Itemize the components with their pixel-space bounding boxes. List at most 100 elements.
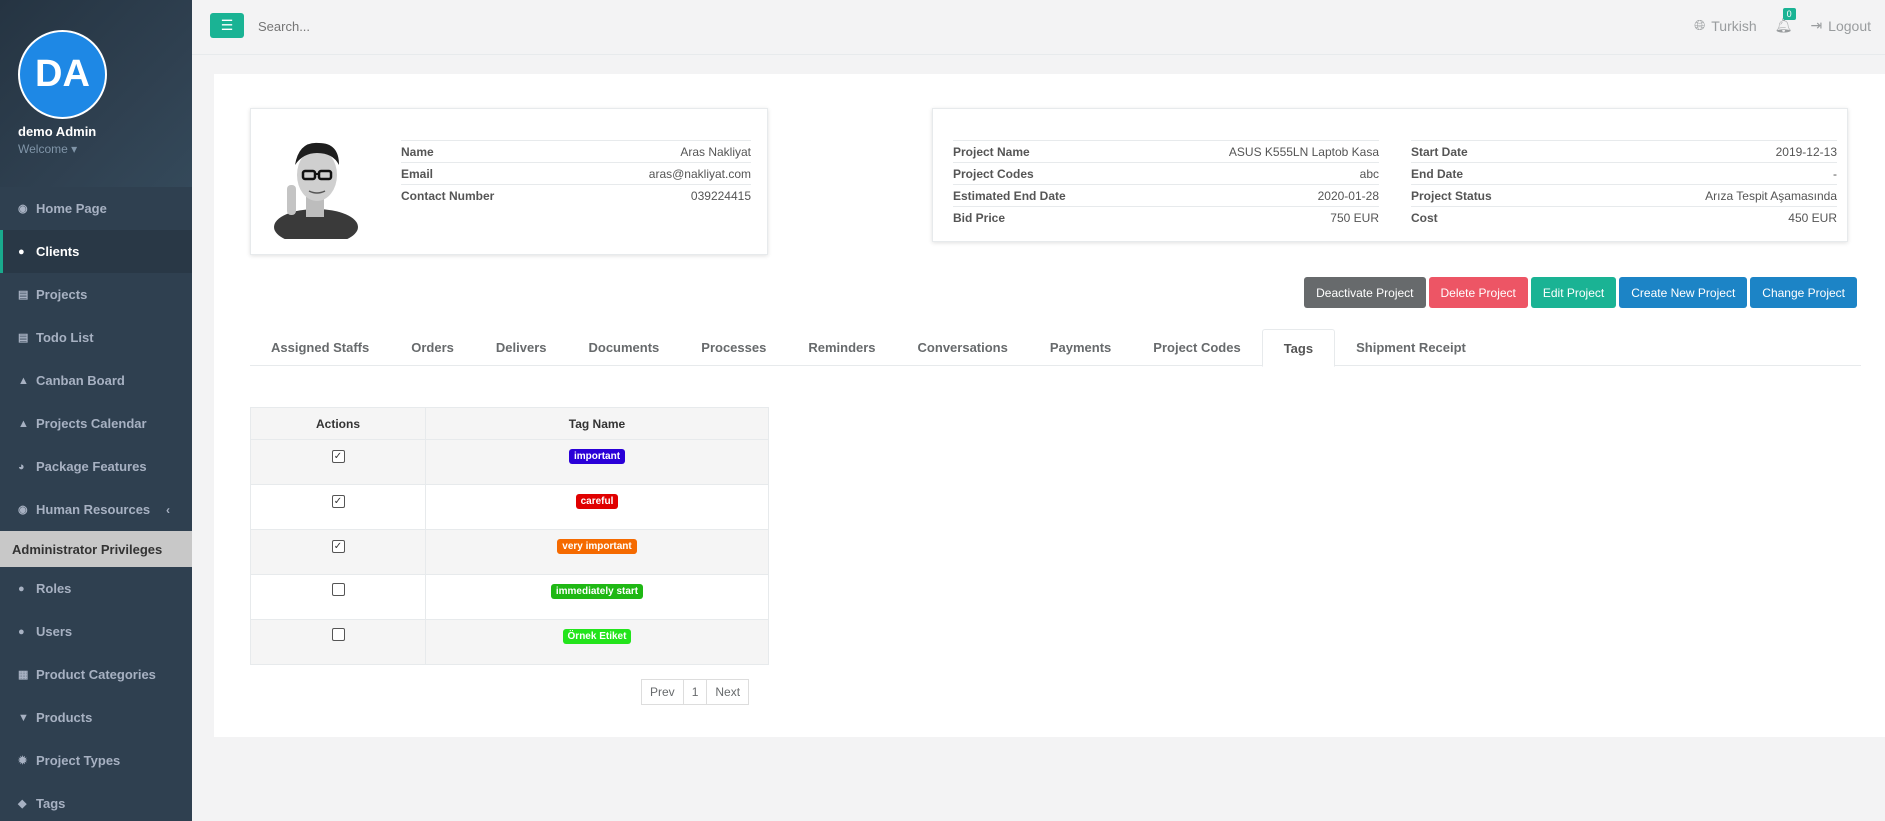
tag-checkbox[interactable]: ✓ xyxy=(331,450,345,463)
sidebar-item-canban-board[interactable]: ▲ Canban Board xyxy=(0,359,192,402)
client-name-label: Name xyxy=(401,140,569,163)
sidebar-item-products[interactable]: ▼ Products xyxy=(0,696,192,739)
delete-project-button[interactable]: Delete Project xyxy=(1428,277,1528,308)
tag-checkbox[interactable] xyxy=(331,583,345,596)
pagination-page[interactable]: 1 xyxy=(682,679,708,705)
profile-name[interactable]: demo Admin xyxy=(18,124,96,139)
sidebar-item-projects[interactable]: ▤ Projects xyxy=(0,273,192,316)
tab-documents[interactable]: Documents xyxy=(567,329,680,366)
deactivate-project-button[interactable]: Deactivate Project xyxy=(1304,277,1426,308)
pie-chart-icon: ◕ xyxy=(18,460,25,473)
client-email-row: Email aras@nakliyat.com xyxy=(401,162,751,185)
tags-icon: ◆ xyxy=(18,798,27,810)
cart-icon: ▼ xyxy=(18,711,29,724)
cost-value: 450 EUR xyxy=(1572,206,1837,229)
sidebar-item-label: Projects xyxy=(36,287,88,302)
tab-tags[interactable]: Tags xyxy=(1261,329,1336,367)
pagination: Prev 1 Next xyxy=(641,679,750,705)
column-header-actions: Actions xyxy=(250,407,426,440)
sidebar-item-project-types[interactable]: ✹ Project Types xyxy=(0,739,192,782)
tag-label: careful xyxy=(575,494,619,509)
create-new-project-button[interactable]: Create New Project xyxy=(1619,277,1748,308)
client-contact-label: Contact Number xyxy=(401,184,569,207)
cost-label: Cost xyxy=(1411,206,1573,229)
users-icon: ● xyxy=(18,625,25,638)
menu-toggle-button[interactable]: ☰ xyxy=(210,13,244,38)
search-input[interactable] xyxy=(258,16,478,36)
end-date-row: End Date - xyxy=(1411,162,1837,185)
tag-checkbox[interactable]: ✓ xyxy=(331,495,345,508)
sidebar-item-package-features[interactable]: ◕ Package Features xyxy=(0,445,192,488)
sidebar-item-users[interactable]: ● Users xyxy=(0,610,192,653)
notifications-button[interactable]: 🔔︎ 0 xyxy=(1775,8,1796,34)
bid-price-value: 750 EUR xyxy=(1135,206,1379,229)
actions-cell: ✓ xyxy=(250,529,426,575)
tab-project-codes[interactable]: Project Codes xyxy=(1132,329,1261,366)
client-contact-row: Contact Number 039224415 xyxy=(401,184,751,207)
sidebar: DA demo Admin Welcome ▾ ◉ Home Page ● Clie… xyxy=(0,0,192,821)
project-actions: Deactivate Project Delete Project Edit P… xyxy=(1304,277,1857,308)
tag-name-cell: important xyxy=(425,439,769,485)
sidebar-item-label: Clients xyxy=(36,244,80,259)
road-icon: ▲ xyxy=(18,417,29,430)
start-date-label: Start Date xyxy=(1411,140,1573,163)
language-switcher[interactable]: 🌐︎ Turkish xyxy=(1694,17,1757,34)
book-icon: ▤ xyxy=(18,332,29,344)
project-name-value: ASUS K555LN Laptob Kasa xyxy=(1135,140,1379,163)
sidebar-item-human-resources[interactable]: ◉ Human Resources ‹ xyxy=(0,488,192,531)
sidebar-nav: ◉ Home Page ● Clients ▤ Projects ▤ Todo List… xyxy=(0,187,192,821)
road-icon: ▲ xyxy=(18,374,29,387)
tab-orders[interactable]: Orders xyxy=(390,329,475,366)
cost-row: Cost 450 EUR xyxy=(1411,206,1837,229)
client-name-value: Aras Nakliyat xyxy=(568,140,751,163)
sidebar-item-projects-calendar[interactable]: ▲ Projects Calendar xyxy=(0,402,192,445)
tab-reminders[interactable]: Reminders xyxy=(787,329,896,366)
sidebar-item-label: Project Types xyxy=(36,753,121,768)
tags-table-body: ✓ important ✓ careful ✓ very important immedia… xyxy=(250,439,769,665)
sidebar-header: DA demo Admin Welcome ▾ xyxy=(0,0,192,187)
sidebar-item-label: Human Resources xyxy=(36,502,151,517)
sidebar-item-label: Product Categories xyxy=(36,667,156,682)
hamburger-icon: ☰ xyxy=(220,17,234,33)
pagination-prev[interactable]: Prev xyxy=(641,679,684,705)
profile-welcome-dropdown[interactable]: Welcome ▾ xyxy=(18,142,77,156)
bid-price-row: Bid Price 750 EUR xyxy=(953,206,1379,229)
pagination-next[interactable]: Next xyxy=(706,679,750,705)
tag-label: important xyxy=(568,449,626,464)
table-row: ✓ important xyxy=(250,439,769,485)
project-status-value: Arıza Tespit Aşamasında xyxy=(1572,184,1837,207)
sidebar-item-roles[interactable]: ● Roles xyxy=(0,567,192,610)
sidebar-item-home-page[interactable]: ◉ Home Page xyxy=(0,187,192,230)
change-project-button[interactable]: Change Project xyxy=(1750,277,1857,308)
tab-assigned-staffs[interactable]: Assigned Staffs xyxy=(250,329,390,366)
sidebar-item-label: Todo List xyxy=(36,330,94,345)
project-status-row: Project Status Arıza Tespit Aşamasında xyxy=(1411,184,1837,207)
start-date-value: 2019-12-13 xyxy=(1572,140,1837,163)
user-icon: ● xyxy=(18,245,25,258)
users-icon: ● xyxy=(18,582,25,595)
sidebar-item-todo-list[interactable]: ▤ Todo List xyxy=(0,316,192,359)
logout-link[interactable]: ⇥ Logout xyxy=(1810,17,1871,34)
tag-name-cell: immediately start xyxy=(425,574,769,620)
tab-shipment-receipt[interactable]: Shipment Receipt xyxy=(1335,329,1487,366)
start-date-row: Start Date 2019-12-13 xyxy=(1411,140,1837,163)
actions-cell xyxy=(250,619,426,665)
tab-payments[interactable]: Payments xyxy=(1029,329,1132,366)
tab-delivers[interactable]: Delivers xyxy=(475,329,568,366)
edit-project-button[interactable]: Edit Project xyxy=(1530,277,1617,308)
sidebar-item-product-categories[interactable]: ▦ Product Categories xyxy=(0,653,192,696)
sidebar-item-tags[interactable]: ◆ Tags xyxy=(0,782,192,821)
client-card: Name Aras Nakliyat Email aras@nakliyat.com… xyxy=(250,108,768,255)
project-status-label: Project Status xyxy=(1411,184,1573,207)
actions-cell: ✓ xyxy=(250,439,426,485)
gear-icon: ✹ xyxy=(18,755,28,767)
tag-checkbox[interactable]: ✓ xyxy=(331,540,345,553)
tab-processes[interactable]: Processes xyxy=(680,329,787,366)
bid-price-label: Bid Price xyxy=(953,206,1136,229)
tag-checkbox[interactable] xyxy=(331,628,345,641)
tab-conversations[interactable]: Conversations xyxy=(897,329,1029,366)
topbar-right: 🌐︎ Turkish 🔔︎ 0 ⇥ Logout xyxy=(1694,8,1871,34)
table-header-row: Actions Tag Name xyxy=(250,407,769,440)
sidebar-item-clients[interactable]: ● Clients xyxy=(0,230,192,273)
avatar[interactable]: DA xyxy=(18,30,107,119)
